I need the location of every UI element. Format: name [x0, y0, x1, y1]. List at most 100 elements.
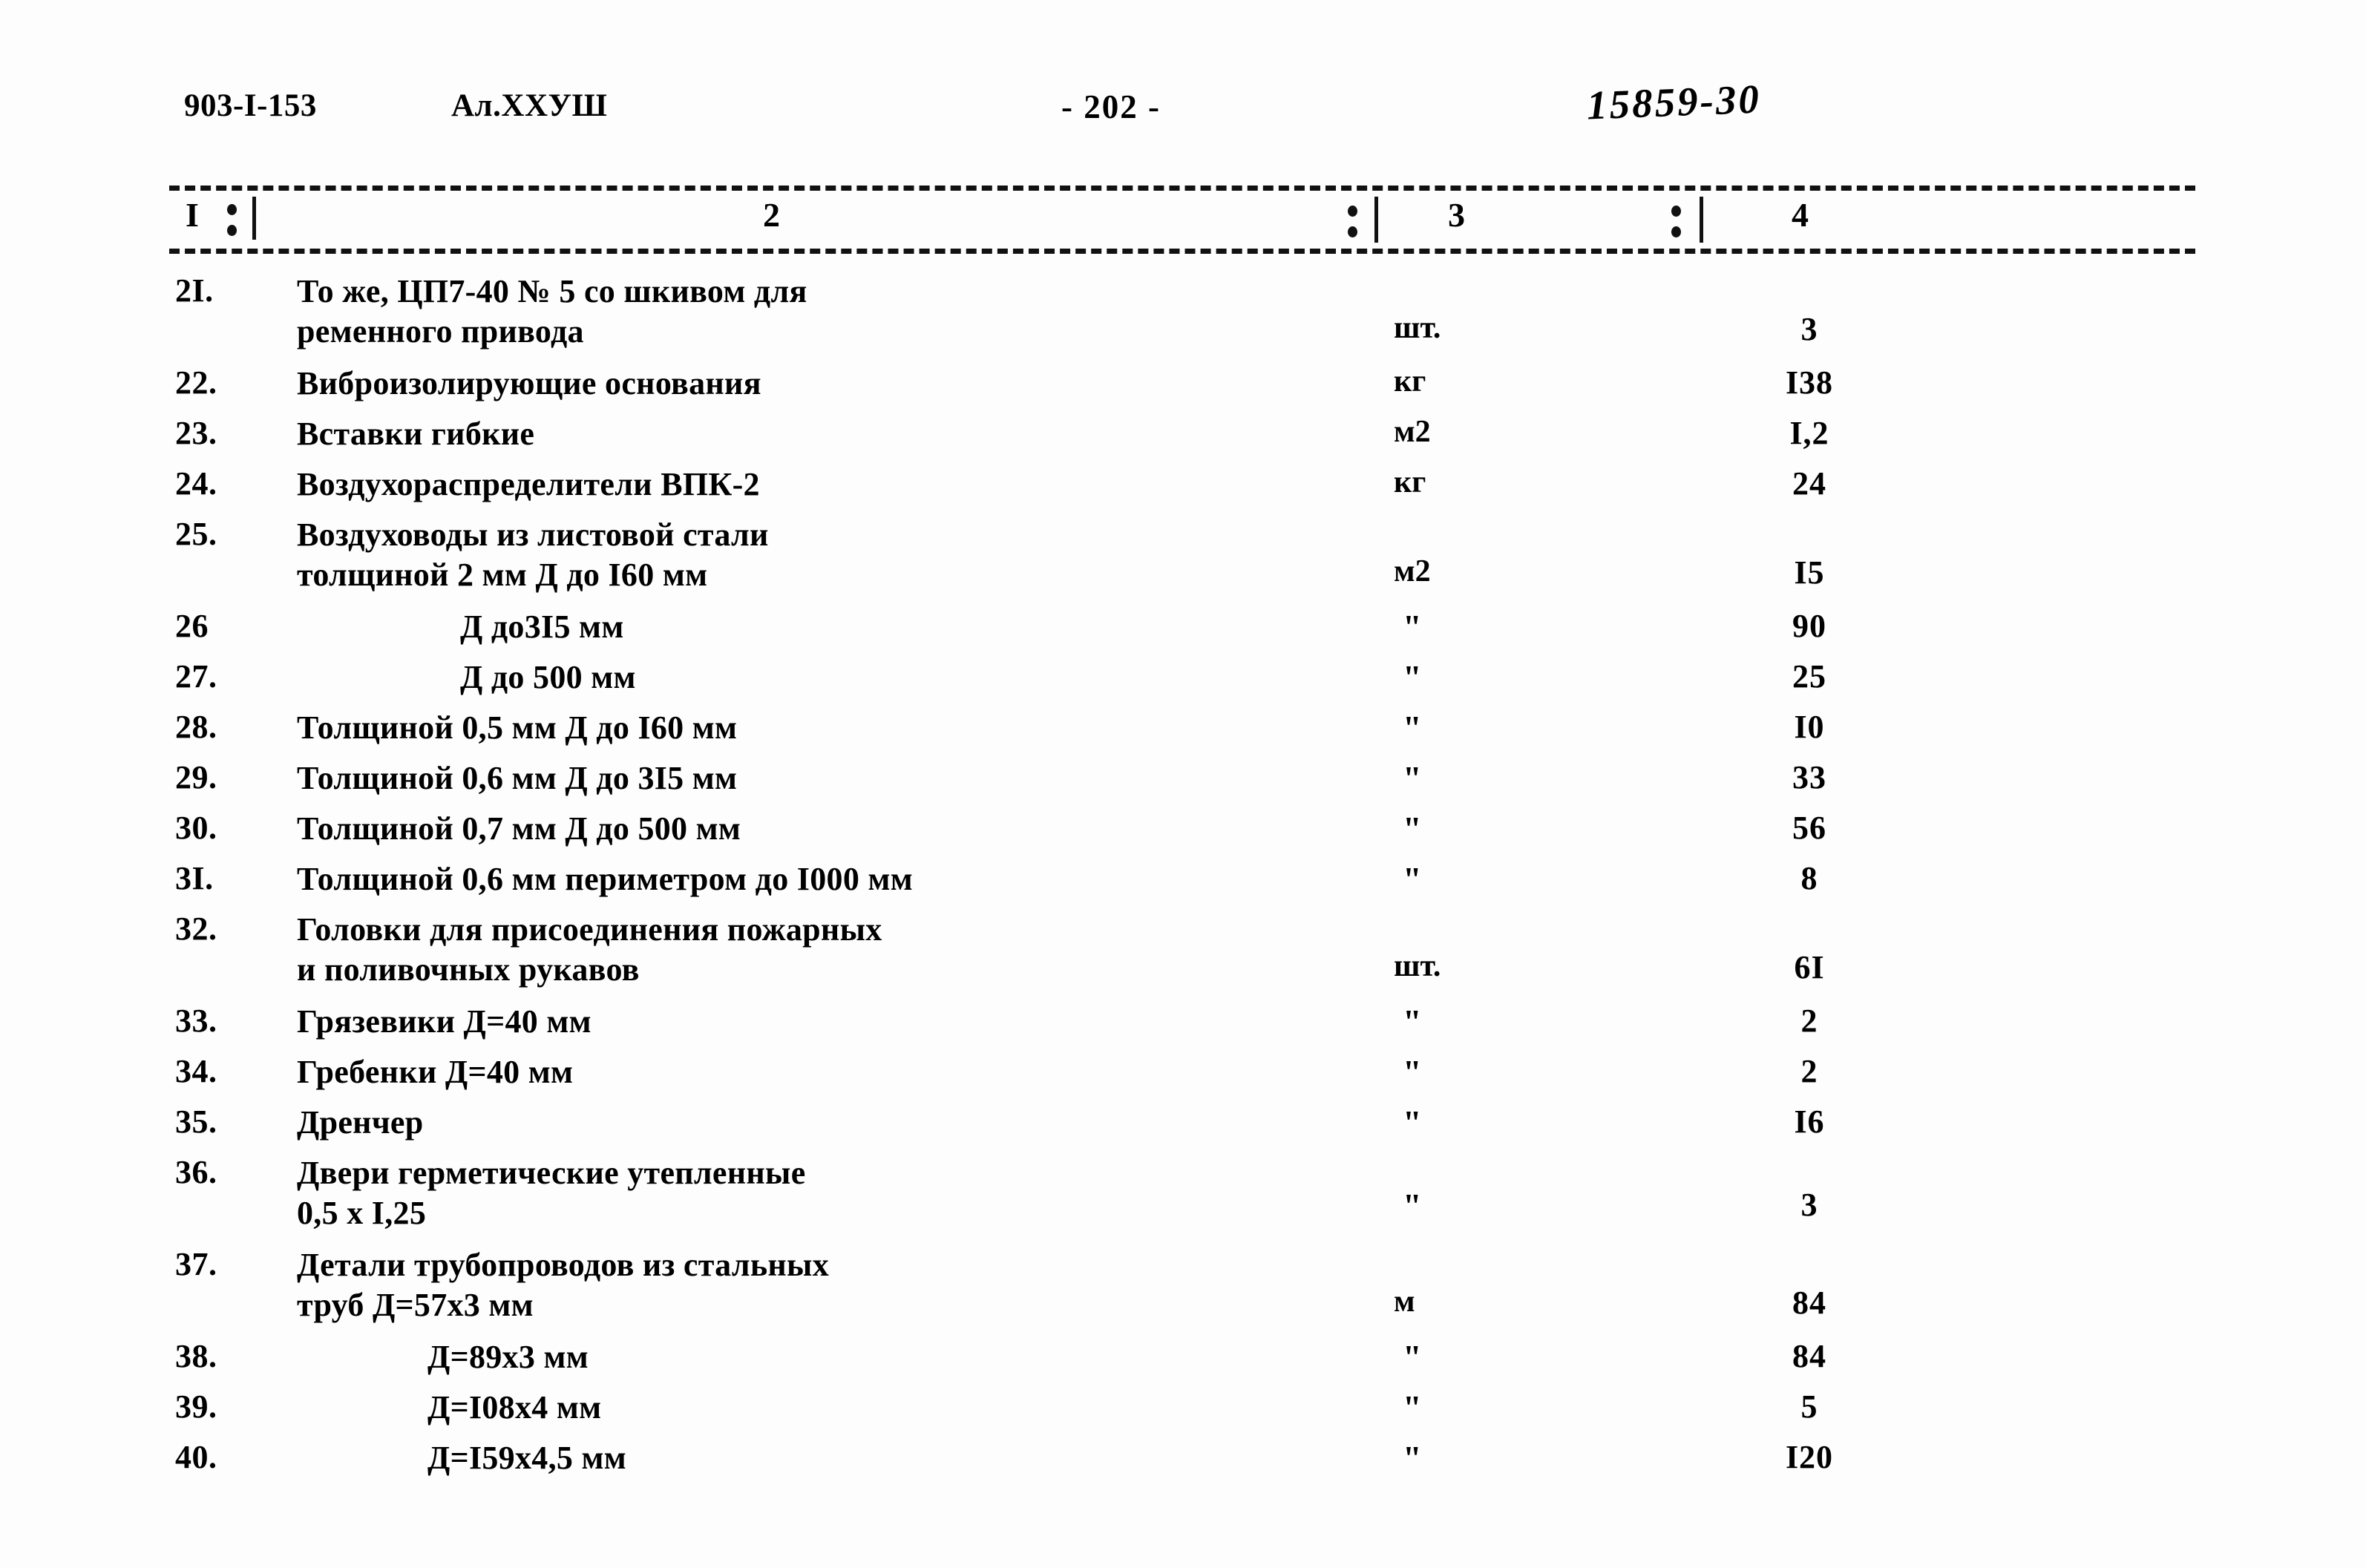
row-unit: м2: [1394, 415, 1431, 449]
row-quantity: 24: [1792, 465, 1826, 502]
document-code: 903-I-153: [184, 88, 317, 123]
row-description: Толщиной 0,7 мм Д до 500 мм: [297, 810, 741, 847]
row-index: 30.: [175, 810, 217, 846]
column-divider-dot-6: [1671, 226, 1681, 237]
row-unit: ": [1403, 1439, 1422, 1477]
row-description: Грязевики Д=40 мм: [297, 1003, 592, 1040]
row-description: Двери герметические утепленные 0,5 х I,2…: [297, 1155, 806, 1231]
document-page: 903-I-153 Ал.XXУШ - 202 - 15859-30 I 2 3…: [0, 0, 2366, 1568]
row-index: 34.: [175, 1053, 217, 1089]
row-quantity: 5: [1800, 1388, 1818, 1425]
album-label: Ал.XXУШ: [451, 88, 608, 123]
row-unit: ": [1403, 810, 1422, 847]
row-description: Толщиной 0,5 мм Д до I60 мм: [297, 709, 738, 746]
row-unit: м2: [1394, 554, 1431, 588]
table-column-header-row: I 2 3 4: [169, 191, 2195, 249]
row-unit: ": [1403, 658, 1422, 696]
row-index: 32.: [175, 911, 217, 947]
row-description: Толщиной 0,6 мм периметром до I000 мм: [297, 861, 913, 897]
row-index: 33.: [175, 1003, 217, 1039]
row-index: 23.: [175, 415, 217, 451]
row-index: 25.: [175, 516, 217, 552]
row-description: Д=I08х4 мм: [427, 1389, 602, 1426]
row-quantity: I6: [1794, 1103, 1825, 1140]
row-unit: ": [1403, 1103, 1422, 1141]
row-index: 24.: [175, 465, 217, 502]
row-unit: ": [1403, 759, 1422, 797]
row-quantity: 3: [1800, 311, 1818, 347]
row-description: Д=89х3 мм: [427, 1339, 589, 1375]
row-index: 35.: [175, 1103, 217, 1140]
column-divider-dot-3: [1348, 206, 1357, 217]
row-index: 28.: [175, 709, 217, 745]
row-quantity: I,2: [1789, 415, 1829, 451]
column-divider-1: [252, 197, 256, 240]
row-unit: кг: [1394, 465, 1426, 499]
row-quantity: I5: [1794, 554, 1825, 591]
row-unit: ": [1403, 1003, 1422, 1040]
column-header-4: 4: [1792, 196, 1809, 234]
row-index: 36.: [175, 1154, 217, 1190]
row-index: 22.: [175, 364, 217, 401]
row-unit: ": [1403, 1338, 1422, 1376]
column-divider-2: [1374, 197, 1378, 243]
row-description: Д=I59х4,5 мм: [427, 1440, 627, 1476]
row-unit: кг: [1394, 364, 1426, 398]
row-index: 27.: [175, 658, 217, 695]
column-divider-dot-4: [1348, 226, 1357, 237]
row-description: Д до 500 мм: [460, 659, 636, 695]
row-quantity: 6I: [1794, 949, 1825, 985]
column-header-1: I: [186, 196, 200, 234]
row-unit: ": [1403, 860, 1422, 898]
row-index: 40.: [175, 1439, 217, 1475]
row-unit: шт.: [1394, 311, 1441, 345]
row-description: Воздухораспределители ВПК-2: [297, 466, 760, 502]
row-description: Гребенки Д=40 мм: [297, 1054, 574, 1090]
row-description: Воздуховоды из листовой стали толщиной 2…: [297, 516, 769, 593]
row-quantity: 2: [1800, 1003, 1818, 1039]
row-quantity: 25: [1792, 658, 1826, 695]
row-index: 37.: [175, 1246, 217, 1282]
page-number: - 202 -: [1061, 88, 1161, 125]
column-header-2: 2: [763, 196, 781, 234]
row-unit: ": [1403, 709, 1422, 747]
row-index: 2I.: [175, 272, 214, 309]
row-index: 39.: [175, 1388, 217, 1425]
row-unit: шт.: [1394, 949, 1441, 983]
row-description: Головки для присоединения пожарных и пол…: [297, 911, 882, 988]
row-quantity: 33: [1792, 759, 1826, 796]
row-description: То же, ЦП7-40 № 5 со шкивом для ременног…: [297, 273, 807, 350]
column-divider-dot-2: [227, 225, 237, 236]
row-description: Детали трубопроводов из стальных труб Д=…: [297, 1247, 829, 1323]
row-unit: ": [1403, 1053, 1422, 1091]
row-index: 29.: [175, 759, 217, 796]
document-header: 903-I-153 Ал.XXУШ - 202 - 15859-30: [0, 76, 2366, 140]
table-header-bottom-rule: [169, 249, 2195, 254]
row-quantity: I0: [1794, 709, 1825, 745]
column-divider-3: [1700, 197, 1703, 243]
row-unit: ": [1403, 608, 1422, 646]
table-body: 2I. То же, ЦП7-40 № 5 со шкивом для ремен…: [169, 272, 2195, 1489]
row-quantity: 8: [1800, 860, 1818, 896]
row-quantity: 3: [1800, 1187, 1818, 1223]
specification-table: I 2 3 4 2I. То же, ЦП7-40 № 5 со шкивом д…: [169, 186, 2195, 1489]
row-index: 3I.: [175, 860, 214, 896]
row-unit: ": [1403, 1187, 1422, 1224]
row-index: 26: [175, 608, 209, 644]
row-description: Толщиной 0,6 мм Д до 3I5 мм: [297, 760, 738, 796]
column-divider-dot-1: [227, 204, 237, 215]
row-quantity: I20: [1785, 1439, 1834, 1475]
archive-stamp-number: 15859-30: [1585, 76, 1762, 128]
row-description: Дренчер: [297, 1104, 424, 1141]
row-quantity: 90: [1792, 608, 1826, 644]
row-description: Д до3I5 мм: [460, 608, 624, 645]
column-divider-dot-5: [1671, 206, 1681, 217]
row-description: Вставки гибкие: [297, 416, 535, 452]
row-quantity: I38: [1785, 364, 1834, 401]
row-quantity: 2: [1800, 1053, 1818, 1089]
row-quantity: 56: [1792, 810, 1826, 846]
table-top-rule: [169, 186, 2195, 191]
row-quantity: 84: [1792, 1338, 1826, 1374]
row-index: 38.: [175, 1338, 217, 1374]
column-header-3: 3: [1448, 196, 1466, 234]
